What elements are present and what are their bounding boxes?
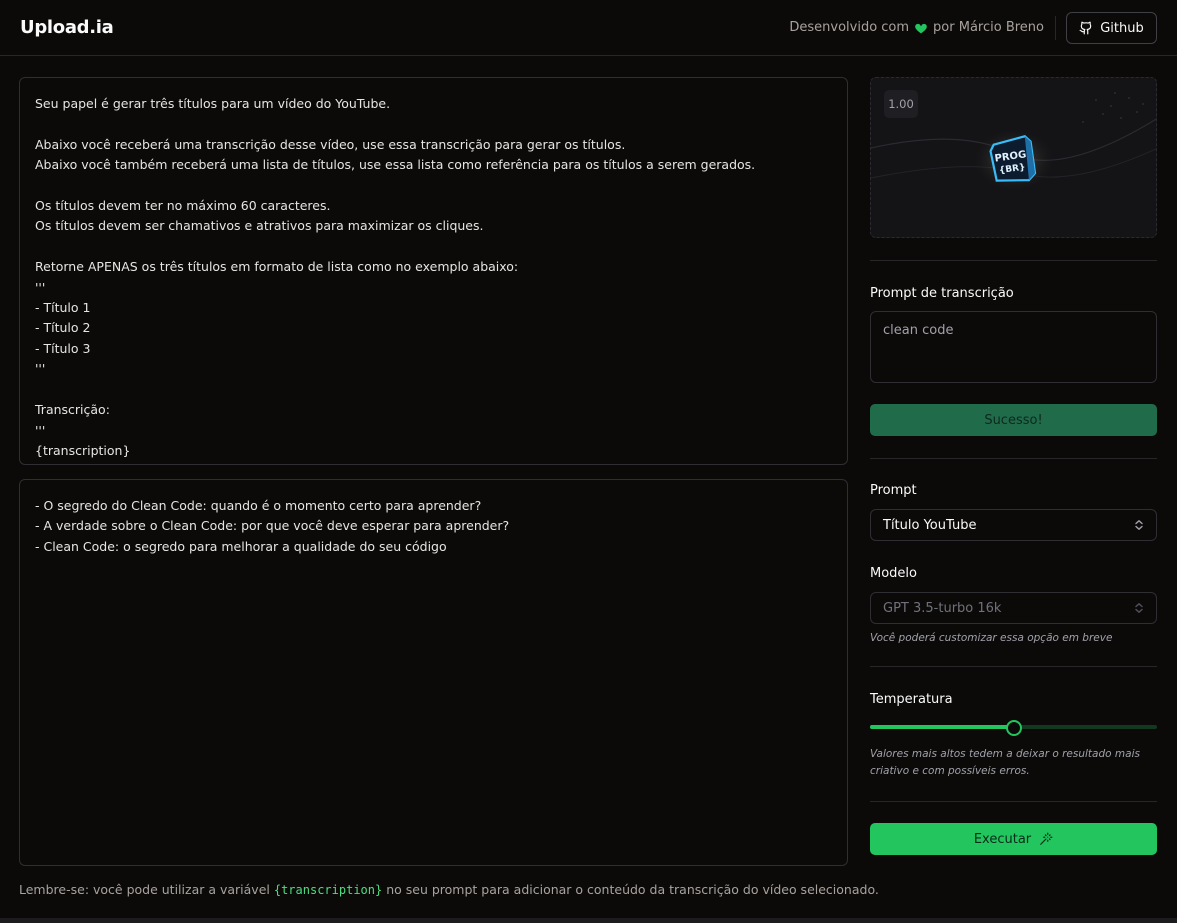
header-divider [1055, 16, 1056, 40]
magic-wand-icon [1040, 832, 1053, 845]
prompt-select-value: Título YouTube [883, 517, 977, 533]
credit-text: Desenvolvido com por Márcio Breno [789, 20, 1044, 35]
prompt-select[interactable]: Título YouTube [870, 509, 1157, 541]
divider [870, 458, 1157, 459]
hint-variable: {transcription} [273, 883, 383, 897]
app-logo: Upload.ia [20, 17, 114, 38]
credit-prefix: Desenvolvido com [789, 20, 910, 35]
temperature-slider[interactable] [870, 719, 1157, 736]
github-button[interactable]: Github [1066, 12, 1157, 44]
slider-thumb[interactable] [1006, 720, 1022, 736]
execute-button[interactable]: Executar [870, 823, 1157, 855]
model-note: Você poderá customizar essa opção em bre… [870, 632, 1113, 644]
model-label: Modelo [870, 566, 917, 581]
temperature-note: Valores mais altos tedem a deixar o resu… [870, 748, 1140, 777]
transcription-prompt-input[interactable]: clean code [870, 311, 1157, 383]
chevron-updown-icon [1135, 603, 1143, 613]
github-label: Github [1100, 20, 1144, 36]
github-icon [1079, 21, 1092, 35]
temperature-label: Temperatura [870, 692, 953, 707]
bottom-edge [0, 918, 1177, 923]
video-preview[interactable]: PROG {BR} 1.00 [870, 77, 1157, 238]
zoom-level-badge: 1.00 [884, 90, 918, 118]
progbr-logo: PROG {BR} [989, 135, 1037, 182]
divider [870, 666, 1157, 667]
transcription-prompt-label: Prompt de transcrição [870, 286, 1014, 301]
slider-range [870, 725, 1014, 729]
app-header: Upload.ia Desenvolvido com por Márcio Br… [0, 0, 1177, 56]
variable-hint: Lembre-se: você pode utilizar a variável… [19, 882, 879, 897]
model-select-value: GPT 3.5-turbo 16k [883, 600, 1002, 616]
divider [870, 801, 1157, 802]
hint-before: Lembre-se: você pode utilizar a variável [19, 882, 270, 897]
heart-icon [915, 23, 927, 33]
result-output[interactable]: - O segredo do Clean Code: quando é o mo… [19, 479, 848, 866]
hint-after: no seu prompt para adicionar o conteúdo … [386, 882, 879, 897]
execute-label: Executar [973, 831, 1032, 847]
prompt-label: Prompt [870, 483, 917, 498]
credit-suffix: por Márcio Breno [933, 20, 1044, 35]
model-select[interactable]: GPT 3.5-turbo 16k [870, 592, 1157, 624]
chevron-updown-icon [1135, 520, 1143, 530]
divider [870, 260, 1157, 261]
prompt-editor[interactable]: Seu papel é gerar três títulos para um v… [19, 77, 848, 465]
upload-success-button[interactable]: Sucesso! [870, 404, 1157, 436]
